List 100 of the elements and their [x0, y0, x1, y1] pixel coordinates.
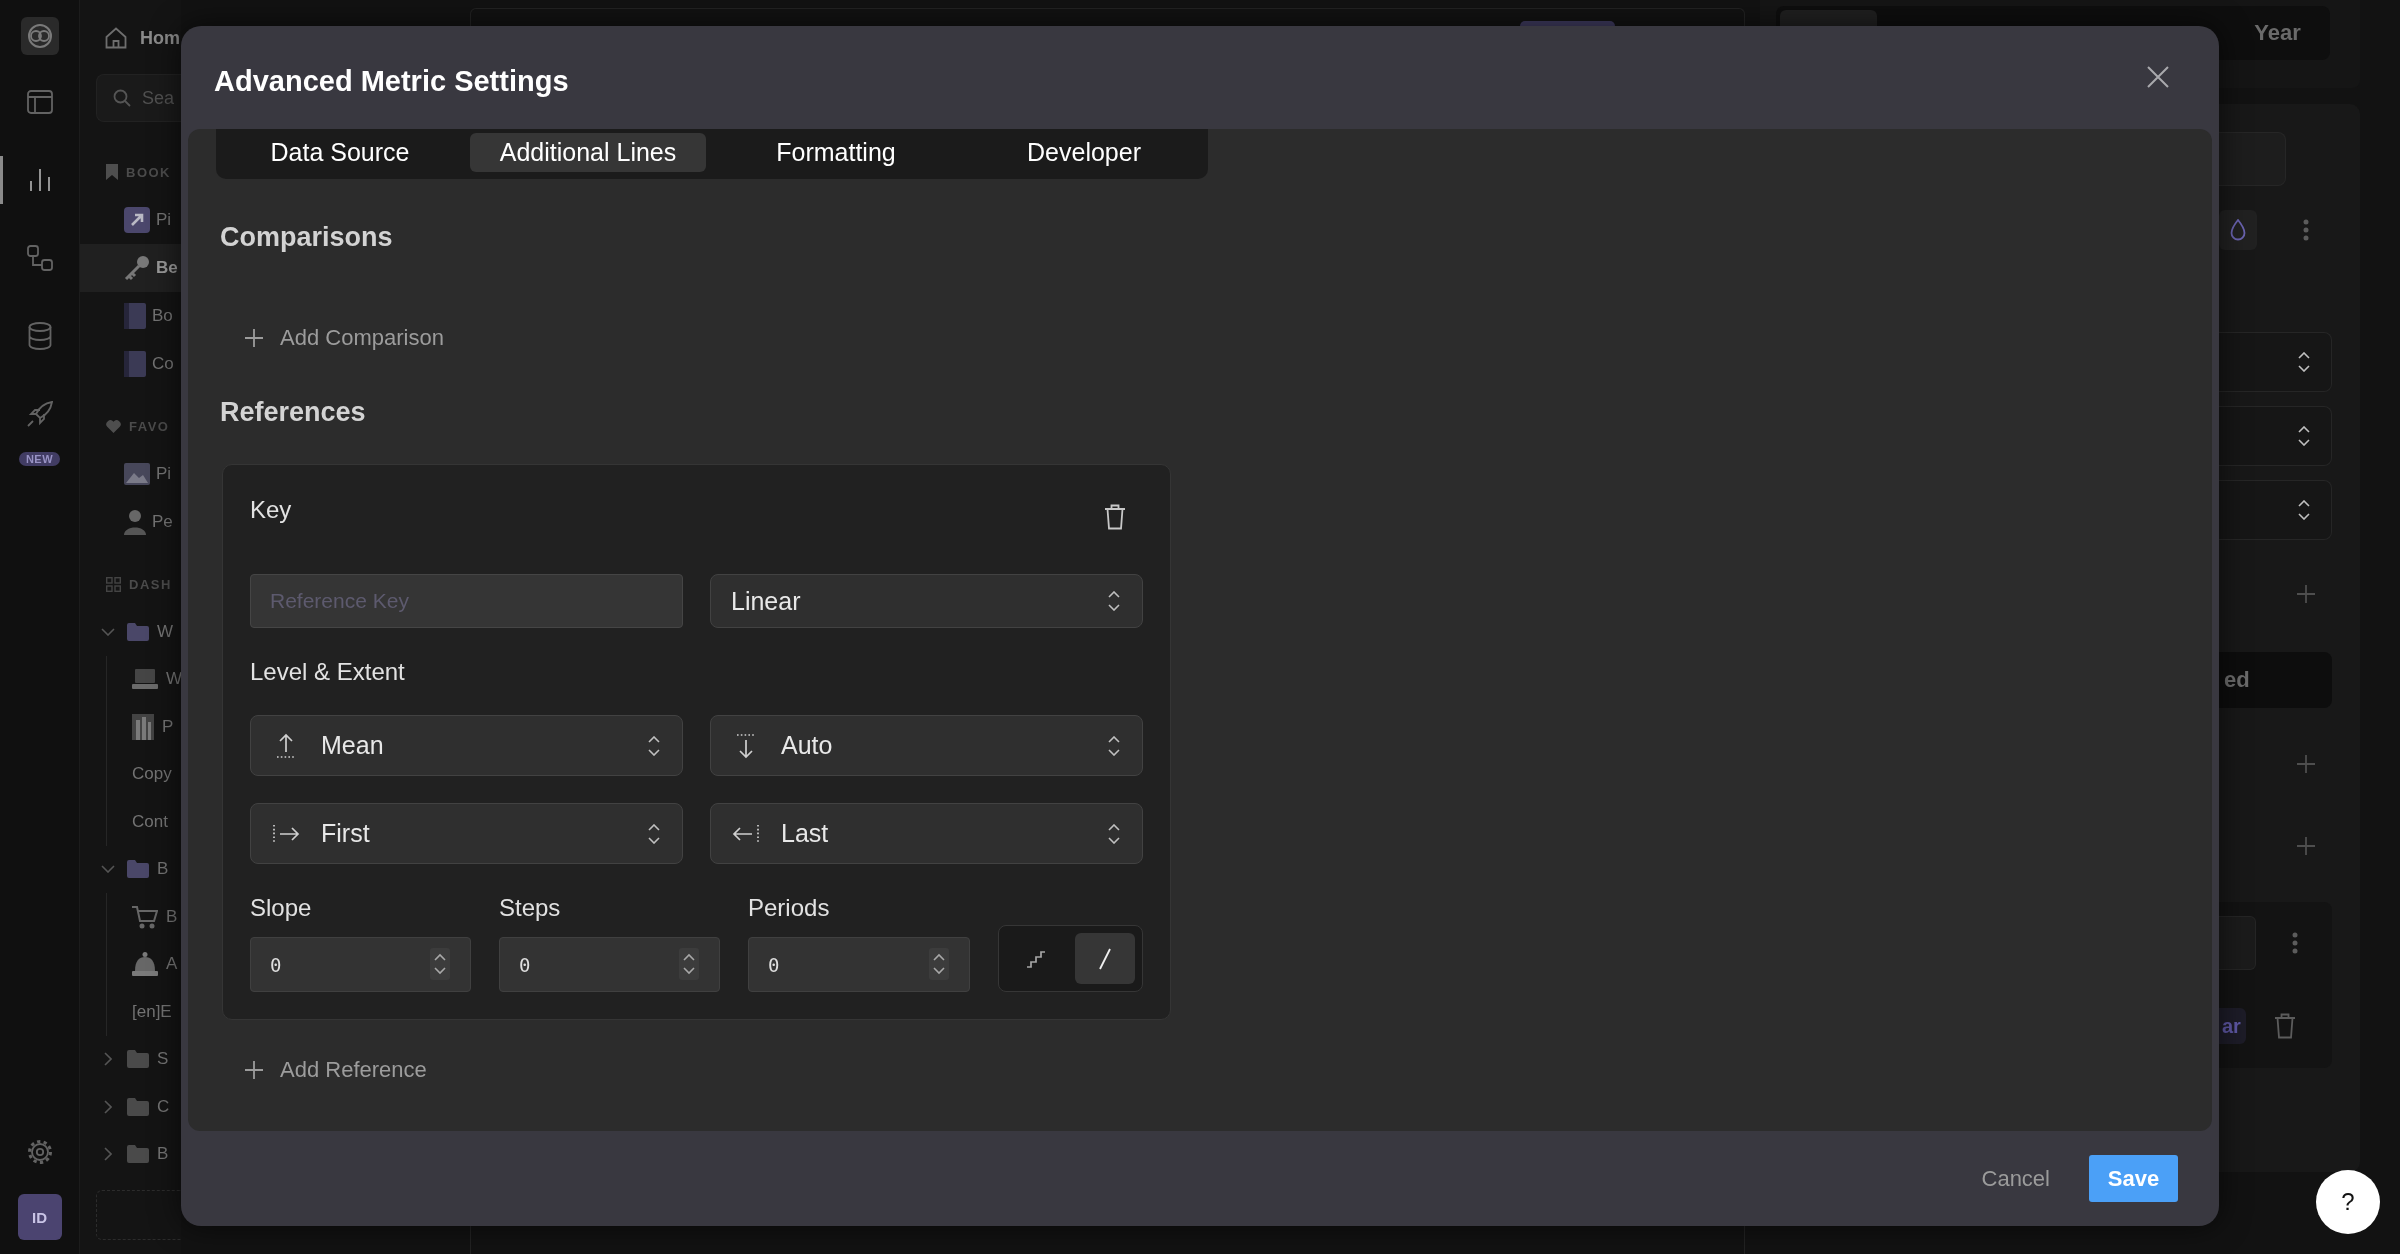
extent-select[interactable]: Auto: [710, 715, 1143, 776]
add-comparison-button[interactable]: Add Comparison: [244, 326, 444, 350]
add-reference-button[interactable]: Add Reference: [244, 1058, 427, 1082]
save-button[interactable]: Save: [2089, 1155, 2178, 1202]
text-field[interactable]: [2219, 132, 2286, 186]
cart-icon: [132, 904, 158, 929]
spinner-icon[interactable]: [430, 948, 450, 980]
plus-icon: [2296, 836, 2316, 856]
tab[interactable]: Additional Lines: [470, 133, 706, 172]
chevron-updown-icon: [2298, 500, 2310, 520]
select-field[interactable]: [2219, 406, 2332, 466]
field-label: Periods: [748, 896, 830, 920]
sidebar-item[interactable]: Pi: [80, 450, 181, 498]
plus-icon: [2296, 584, 2316, 604]
folder-item[interactable]: B: [80, 1130, 181, 1178]
folder-icon: [127, 622, 149, 641]
sidebar-item[interactable]: Pi: [80, 196, 181, 244]
chevron-right-icon[interactable]: [104, 1147, 112, 1162]
arrow-left-icon: [732, 822, 760, 845]
interpolation-select[interactable]: Linear: [710, 574, 1143, 628]
select-field[interactable]: [2219, 480, 2332, 540]
level-select[interactable]: Mean: [250, 715, 683, 776]
section-heading: References: [220, 397, 366, 427]
arrow-right-icon: [272, 822, 300, 845]
folder-icon: [127, 1050, 149, 1069]
spinner-icon[interactable]: [679, 948, 699, 980]
chevron-updown-icon: [2298, 426, 2310, 446]
sidebar-item[interactable]: Pe: [80, 498, 181, 546]
new-badge: NEW: [18, 452, 61, 466]
folder-item[interactable]: S: [80, 1035, 181, 1083]
chevron-updown-icon: [1108, 591, 1120, 611]
bell-icon: [132, 952, 158, 977]
settings-icon[interactable]: [25, 1138, 54, 1166]
folder-item[interactable]: W: [80, 608, 181, 656]
start-select[interactable]: First: [250, 803, 683, 864]
color-button[interactable]: [2219, 210, 2257, 250]
chevron-updown-icon: [1108, 823, 1120, 844]
chevron-down-icon[interactable]: [101, 865, 115, 874]
straight-line-button[interactable]: [1075, 933, 1135, 984]
tab[interactable]: Formatting: [718, 133, 954, 172]
select-field[interactable]: [2219, 332, 2332, 392]
search-icon: [113, 89, 131, 107]
close-icon[interactable]: [2147, 65, 2169, 88]
folder-icon: [127, 1097, 149, 1116]
step-line-icon: [1026, 949, 1046, 968]
sidebar-item[interactable]: Bo: [80, 292, 181, 340]
bookmark-icon: [106, 164, 118, 180]
chevron-right-icon[interactable]: [104, 1052, 112, 1067]
more-icon[interactable]: [2303, 219, 2309, 241]
chevron-updown-icon: [1108, 735, 1120, 756]
chevron-updown-icon: [648, 735, 660, 756]
user-avatar[interactable]: ID: [17, 1194, 62, 1240]
tree-item[interactable]: Cont: [107, 798, 181, 846]
folder-item[interactable]: B: [80, 845, 181, 893]
sidebar-item[interactable]: Be: [80, 244, 181, 292]
tree-item[interactable]: Copy: [107, 750, 181, 798]
period-option[interactable]: Year: [2229, 10, 2326, 56]
field-label: Key: [250, 496, 292, 524]
number-field[interactable]: 0: [499, 937, 720, 992]
logo-icon: [20, 17, 59, 55]
tree-item[interactable]: B: [107, 893, 181, 941]
chevron-updown-icon: [648, 823, 660, 844]
folder-item[interactable]: C: [80, 1083, 181, 1131]
chevron-updown-icon: [2298, 352, 2310, 372]
tab[interactable]: Data Source: [222, 133, 458, 172]
tree-item[interactable]: P: [107, 703, 181, 751]
action-button[interactable]: ar: [2219, 1008, 2246, 1044]
layout-icon: [26, 90, 53, 114]
reference-key-field[interactable]: Reference Key: [250, 574, 683, 628]
action-button[interactable]: ed: [2219, 652, 2332, 708]
droplet-icon: [2230, 219, 2246, 241]
tree-item[interactable]: A: [107, 940, 181, 988]
text-field[interactable]: [2219, 916, 2256, 970]
cancel-button[interactable]: Cancel: [1981, 1165, 2050, 1192]
arrow-tile-icon: [124, 207, 150, 233]
sidebar-item[interactable]: Co: [80, 340, 181, 388]
book-icon: [124, 303, 146, 329]
field-label: Steps: [499, 896, 561, 920]
field-label: Level & Extent: [250, 660, 406, 684]
chevron-down-icon[interactable]: [101, 627, 115, 636]
section-heading: Comparisons: [220, 222, 393, 252]
number-field[interactable]: 0: [748, 937, 970, 992]
home-link[interactable]: Hom: [80, 14, 181, 62]
help-button[interactable]: ?: [2316, 1170, 2380, 1234]
chevron-right-icon[interactable]: [104, 1099, 112, 1114]
database-icon: [27, 322, 52, 350]
rocket-icon: [26, 401, 53, 427]
folder-icon: [127, 1145, 149, 1164]
plus-icon: [244, 328, 264, 348]
more-icon[interactable]: [2292, 932, 2298, 954]
tab[interactable]: Developer: [966, 133, 1202, 172]
arrow-down-icon: [735, 732, 757, 759]
tree-item[interactable]: [en]E: [107, 988, 181, 1036]
heart-icon: [106, 419, 121, 433]
diagonal-line-icon: [1099, 947, 1111, 970]
end-select[interactable]: Last: [710, 803, 1143, 864]
grid-icon: [106, 576, 121, 592]
person-icon: [124, 509, 146, 535]
spinner-icon[interactable]: [929, 948, 949, 980]
number-field[interactable]: 0: [250, 937, 471, 992]
